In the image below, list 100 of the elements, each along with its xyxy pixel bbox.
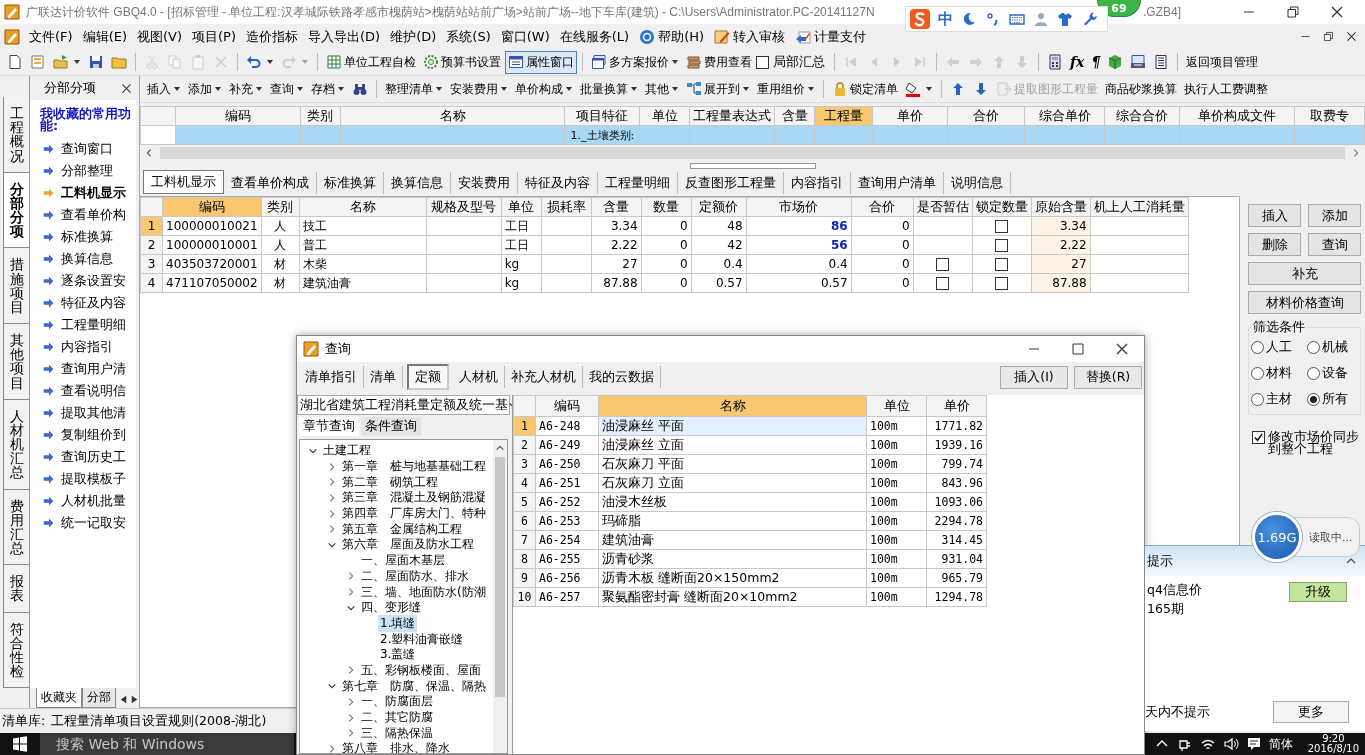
upgrade-button[interactable]: 升级 <box>1289 582 1347 602</box>
ime-logo-icon[interactable] <box>910 9 930 29</box>
panel-tab[interactable]: 分部 <box>82 688 116 708</box>
sidebar-item[interactable]: 换算信息 <box>30 248 136 270</box>
scroll-thumb[interactable] <box>495 457 505 697</box>
restore-icon[interactable] <box>1322 30 1335 43</box>
side-tab[interactable]: 符合性检 <box>3 612 29 689</box>
sidebar-item[interactable]: 复制组价到 <box>30 424 136 446</box>
tab[interactable]: 特征及内容 <box>518 172 598 194</box>
menu-item[interactable]: 转入审核 <box>709 25 791 48</box>
action-button[interactable]: 替换(R) <box>1074 365 1142 389</box>
tree-item[interactable]: 第七章 防腐、保温、隔热 <box>340 677 488 695</box>
tab[interactable]: 安装费用 <box>451 172 518 194</box>
tree-item[interactable]: 二、其它防腐 <box>359 709 435 727</box>
clock-date[interactable]: 2016/8/10 <box>1307 744 1359 754</box>
toolbar-button[interactable]: 重用组价 <box>754 77 818 101</box>
toolbar-button[interactable]: 商品砂浆换算 <box>1102 77 1180 101</box>
tab[interactable]: 工程量明细 <box>598 172 678 194</box>
toolbar-button[interactable]: 插入 <box>144 77 184 101</box>
message-icon[interactable] <box>1245 736 1262 752</box>
chevron-right-icon[interactable] <box>327 524 337 535</box>
tab[interactable]: 反查图形工程量 <box>678 172 784 194</box>
tree-item[interactable]: 第三章 混凝土及钢筋混凝 <box>340 489 488 507</box>
side-tab[interactable]: 人材机汇总 <box>3 399 29 490</box>
radio-button[interactable] <box>1251 366 1264 380</box>
tab[interactable]: 我的云数据 <box>583 366 661 388</box>
menu-item[interactable]: 维护(D) <box>385 25 442 48</box>
tab[interactable]: 定额 <box>407 364 449 390</box>
radio-button[interactable] <box>1306 392 1320 406</box>
side-tab[interactable]: 措施项目 <box>3 248 29 325</box>
calculator-icon[interactable] <box>1047 54 1063 70</box>
action-button[interactable]: 插入(I) <box>1000 365 1068 389</box>
tab[interactable]: 说明信息 <box>944 172 1011 194</box>
radio-button[interactable] <box>1306 340 1320 354</box>
input-mode[interactable]: 中 <box>938 9 953 29</box>
sidebar-item[interactable]: 人材机批量 <box>30 490 136 512</box>
menu-item[interactable]: 系统(S) <box>441 25 496 48</box>
side-tab[interactable]: 报表 <box>3 565 29 613</box>
menu-item[interactable]: 编辑(E) <box>77 25 132 48</box>
radio-button[interactable] <box>1306 366 1320 380</box>
close-icon[interactable] <box>1329 4 1345 20</box>
action-button[interactable]: 删除 <box>1248 233 1301 256</box>
menu-item[interactable]: 导入导出(D) <box>303 25 386 48</box>
chevron-right-icon[interactable] <box>346 571 356 582</box>
checkbox[interactable] <box>936 277 950 290</box>
toolbar-button[interactable]: 批量换算 <box>577 77 641 101</box>
undo-icon[interactable] <box>246 54 262 70</box>
sidebar-item[interactable]: 逐条设置安 <box>30 270 136 292</box>
checkbox[interactable] <box>756 55 769 69</box>
menu-item[interactable]: 帮助(H) <box>634 25 710 48</box>
action-button[interactable]: 补充 <box>1248 262 1361 285</box>
checkbox[interactable] <box>1252 431 1265 444</box>
sidebar-item[interactable]: 特征及内容 <box>30 292 136 314</box>
menu-item[interactable]: 文件(F) <box>24 25 78 48</box>
tree-item[interactable]: 土建工程 <box>321 442 373 460</box>
checkbox[interactable] <box>995 277 1009 290</box>
sidebar-item[interactable]: 查询窗口 <box>30 138 136 160</box>
menu-item[interactable]: 在线服务(L) <box>554 25 635 48</box>
sidebar-item[interactable]: 提取模板子 <box>30 468 136 490</box>
toolbar-button[interactable]: fx <box>1067 50 1088 74</box>
toolbar-button[interactable]: 属性窗口 <box>505 50 577 74</box>
close-icon[interactable] <box>1345 30 1358 43</box>
chevron-right-icon[interactable] <box>346 728 356 739</box>
action-button[interactable]: 添加 <box>1308 204 1361 227</box>
toolbar-button[interactable]: ¶ <box>1088 50 1104 74</box>
search-field[interactable]: 搜索 Web 和 Windows <box>40 733 294 755</box>
chevron-right-icon[interactable] <box>327 492 337 503</box>
chevron-right-icon[interactable] <box>327 461 337 472</box>
paint-bucket-icon[interactable] <box>905 81 921 97</box>
toolbar-button[interactable]: 整理清单 <box>382 77 446 101</box>
checkbox[interactable] <box>995 258 1009 271</box>
toolbar-button[interactable]: 锁定清单 <box>829 77 901 101</box>
tree-item[interactable]: 第二章 砌筑工程 <box>340 473 440 491</box>
windows-logo-icon[interactable] <box>12 736 28 752</box>
binoculars-icon[interactable] <box>352 81 368 97</box>
action-button[interactable]: 查询 <box>1308 233 1361 256</box>
clock-time[interactable]: 9:20 <box>1322 734 1345 744</box>
chevron-right-icon[interactable] <box>327 743 337 753</box>
toolbar-button[interactable]: 单位工程自检 <box>323 50 419 74</box>
toolbar-button[interactable]: 查询 <box>267 77 307 101</box>
side-tab[interactable]: 其他项目 <box>3 324 29 400</box>
list-icon[interactable] <box>1153 54 1170 70</box>
toolbar-button[interactable]: 单价构成 <box>512 77 576 101</box>
close-icon[interactable] <box>120 81 133 95</box>
table-row[interactable]: 1._土壤类别: <box>140 125 1365 145</box>
tab[interactable]: 查询用户清单 <box>851 172 944 194</box>
close-icon[interactable] <box>1114 341 1130 357</box>
app-logo-icon[interactable] <box>4 28 20 45</box>
tree-item[interactable]: 三、隔热保温 <box>359 724 435 742</box>
toolbar-button[interactable]: 返回项目管理 <box>1183 50 1262 74</box>
sidebar-item[interactable]: 查询用户清 <box>30 358 136 380</box>
menu-item[interactable]: 项目(P) <box>187 25 241 48</box>
tab[interactable]: 人材机 <box>453 366 505 388</box>
sidebar-item[interactable]: 查看说明信 <box>30 380 136 402</box>
tab[interactable]: 条件查询 <box>361 417 421 436</box>
toolbar-button[interactable]: 多方案报价 <box>588 50 682 74</box>
tab[interactable]: 标准换算 <box>317 172 384 194</box>
page-icon[interactable] <box>7 54 23 70</box>
sidebar-item[interactable]: 标准换算 <box>30 226 136 248</box>
menu-item[interactable]: 计量支付 <box>790 25 872 48</box>
